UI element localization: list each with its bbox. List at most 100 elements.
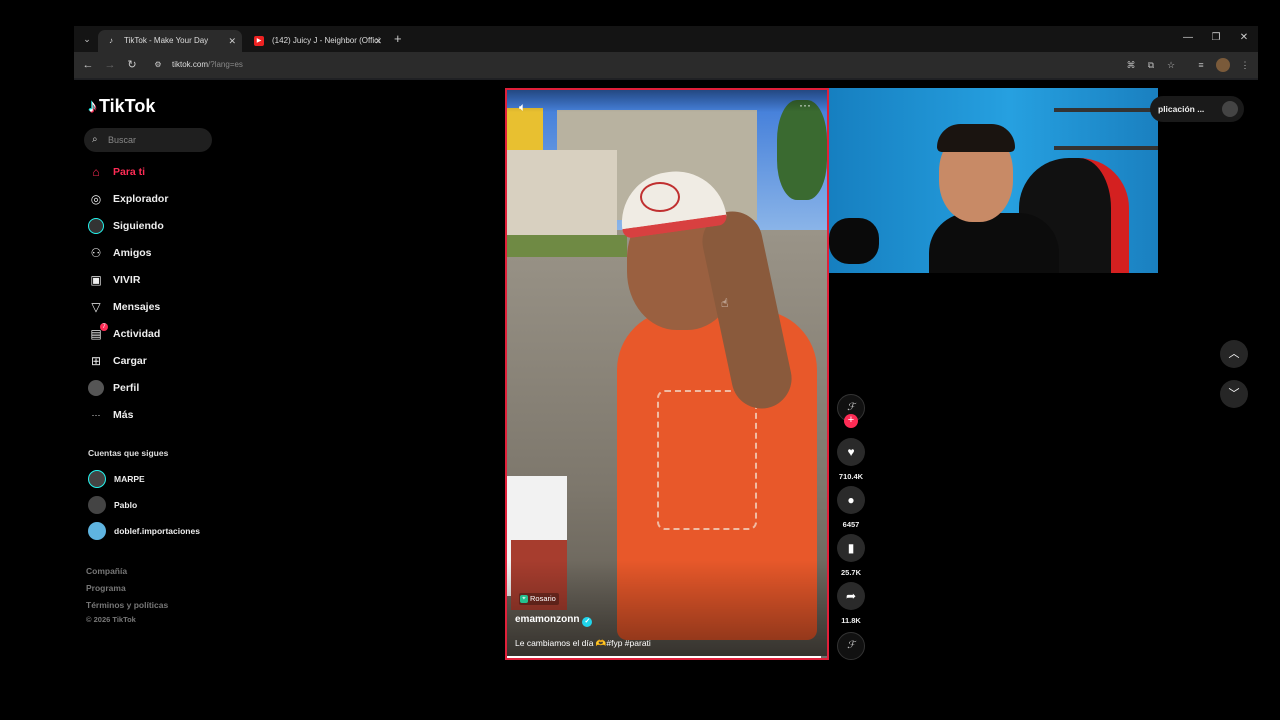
sidebar-item-vivir[interactable]: ▣ VIVIR [86, 269, 226, 291]
tiktok-note-icon: ♪ [88, 96, 97, 116]
verified-badge-icon: ✓ [582, 617, 593, 627]
sidebar-item-actividad[interactable]: ▤ 7 Actividad [86, 323, 226, 345]
following-account[interactable]: Pablo [86, 495, 226, 515]
follow-plus-icon[interactable]: + [844, 414, 858, 428]
sidebar-item-explorador[interactable]: ◎ Explorador [86, 188, 226, 210]
video-player[interactable]: 🔈︎ ··· ☝︎ ⌖ Rosario emamonzonn ✓ Le cambi… [505, 88, 829, 660]
send-icon: ▽ [91, 300, 101, 314]
user-avatar [1222, 101, 1238, 117]
sidebar-item-siguiendo[interactable]: Siguiendo [86, 215, 226, 237]
sidebar-item-label: Siguiendo [113, 220, 164, 232]
upload-icon: ⊞ [90, 354, 102, 368]
get-app-label: plicación ... [1158, 104, 1205, 114]
sidebar-item-perfil[interactable]: Perfil [86, 377, 226, 399]
share-arrow-icon: ➦ [845, 589, 857, 603]
back-arrow-icon[interactable]: ← [79, 56, 97, 74]
following-account[interactable]: doblef.importaciones [86, 521, 226, 541]
comment-count: 6457 [842, 520, 860, 529]
webcam-shelf [1054, 146, 1158, 150]
tab-youtube[interactable]: ▶ (142) Juicy J - Neighbor (Offici ✕ [246, 30, 388, 52]
browser-toolbar: ← → ↻ ⚙ tiktok.com/?lang=es ⌘ ⧉ ☆ ≡ ⋮ [74, 52, 1258, 78]
music-disc-icon[interactable]: ℱ [837, 632, 865, 660]
action-rail: ℱ + ♥ 710.4K ● 6457 ▮ 25.7K ➦ 11.8K ℱ [834, 392, 868, 662]
minimize-button[interactable]: — [1178, 30, 1198, 46]
video-scene-grass [507, 235, 627, 257]
like-button[interactable]: ♥ [837, 438, 865, 466]
sidebar-item-para-ti[interactable]: ⌂ Para ti [86, 161, 226, 183]
save-button[interactable]: ▮ [837, 534, 865, 562]
more-options-icon[interactable]: ··· [799, 98, 811, 112]
new-tab-button[interactable]: + [394, 30, 402, 48]
search-placeholder: Buscar [108, 135, 137, 145]
mouse-cursor-icon: ☝︎ [721, 296, 729, 310]
live-tv-icon: ▣ [90, 273, 102, 287]
tab-close-icon[interactable]: ✕ [374, 30, 382, 52]
get-app-button[interactable]: plicación ... [1150, 96, 1244, 122]
avatar [88, 496, 106, 514]
reload-icon[interactable]: ↻ [123, 56, 141, 74]
more-icon: ··· [91, 410, 101, 420]
sidebar-item-label: Perfil [113, 382, 140, 394]
cap-logo [640, 182, 680, 212]
following-account[interactable]: MARPE [86, 469, 226, 489]
sidebar-item-label: Cargar [113, 355, 147, 367]
sidebar-item-cargar[interactable]: ⊞ Cargar [86, 350, 226, 372]
tab-close-icon[interactable]: ✕ [228, 30, 236, 52]
comment-icon: ● [847, 493, 855, 507]
location-name: Rosario [530, 594, 556, 603]
sidebar-item-label: Explorador [113, 193, 169, 205]
location-tag[interactable]: ⌖ Rosario [519, 593, 559, 605]
comment-button[interactable]: ● [837, 486, 865, 514]
webcam-person-body [929, 213, 1059, 273]
url-path: /?lang=es [208, 60, 243, 69]
next-video-button[interactable]: ﹀ [1220, 380, 1248, 408]
webcam-shelf [1054, 108, 1158, 112]
sidebar-item-mensajes[interactable]: ▽ Mensajes [86, 296, 226, 318]
video-progress-bar[interactable] [507, 656, 827, 658]
account-name: doblef.importaciones [114, 526, 200, 536]
location-pin-icon: ⌖ [520, 595, 528, 603]
chevron-up-icon: ︿ [1228, 348, 1240, 360]
account-name: MARPE [114, 474, 145, 484]
url-host: tiktok.com [172, 60, 209, 69]
previous-video-button[interactable]: ︿ [1220, 340, 1248, 368]
sidebar-item-mas[interactable]: ··· Más [86, 404, 226, 426]
volume-icon[interactable]: 🔈︎ [519, 100, 526, 115]
close-window-button[interactable]: ✕ [1234, 30, 1254, 46]
heart-icon: ♥ [847, 445, 855, 459]
footer-link-program[interactable]: Programa [86, 583, 126, 593]
browser-window: ⌄ ♪ TikTok - Make Your Day ✕ ▶ (142) Jui… [74, 26, 1258, 80]
video-shirt-print [657, 390, 757, 530]
install-app-icon[interactable]: ⧉ [1144, 58, 1158, 72]
friends-icon: ⚇ [90, 246, 102, 260]
video-author[interactable]: emamonzonn ✓ [515, 614, 593, 627]
webcam-person-hair [937, 124, 1015, 152]
following-section-title: Cuentas que sigues [88, 448, 169, 458]
profile-avatar-icon [88, 380, 104, 396]
site-info-icon[interactable]: ⚙ [152, 59, 164, 71]
bookmark-star-icon[interactable]: ☆ [1164, 58, 1178, 72]
profile-avatar-icon[interactable] [1216, 58, 1230, 72]
tab-tiktok[interactable]: ♪ TikTok - Make Your Day ✕ [98, 30, 242, 52]
menu-kebab-icon[interactable]: ⋮ [1238, 58, 1252, 72]
forward-arrow-icon[interactable]: → [101, 56, 119, 74]
tab-search-icon[interactable]: ⌄ [80, 31, 94, 47]
translate-icon[interactable]: ⌘ [1124, 58, 1138, 72]
restore-button[interactable]: ❐ [1206, 30, 1226, 46]
tab-strip: ⌄ ♪ TikTok - Make Your Day ✕ ▶ (142) Jui… [74, 26, 1258, 52]
search-input[interactable]: ⌕ Buscar [84, 128, 212, 152]
author-name: emamonzonn [515, 614, 580, 625]
sidebar-item-label: Más [113, 409, 134, 421]
tiktok-favicon-icon: ♪ [109, 36, 113, 45]
sidebar-item-label: Amigos [113, 247, 152, 259]
footer-link-company[interactable]: Compañía [86, 566, 127, 576]
share-button[interactable]: ➦ [837, 582, 865, 610]
save-count: 25.7K [840, 568, 861, 577]
following-avatar-icon [88, 218, 104, 234]
tiktok-logo[interactable]: ♪ TikTok [88, 94, 155, 118]
media-control-icon[interactable]: ≡ [1194, 58, 1208, 72]
sidebar-item-amigos[interactable]: ⚇ Amigos [86, 242, 226, 264]
address-bar[interactable]: ⚙ tiktok.com/?lang=es [146, 54, 1186, 76]
webcam-overlay [829, 88, 1158, 273]
footer-link-terms[interactable]: Términos y políticas [86, 600, 168, 610]
